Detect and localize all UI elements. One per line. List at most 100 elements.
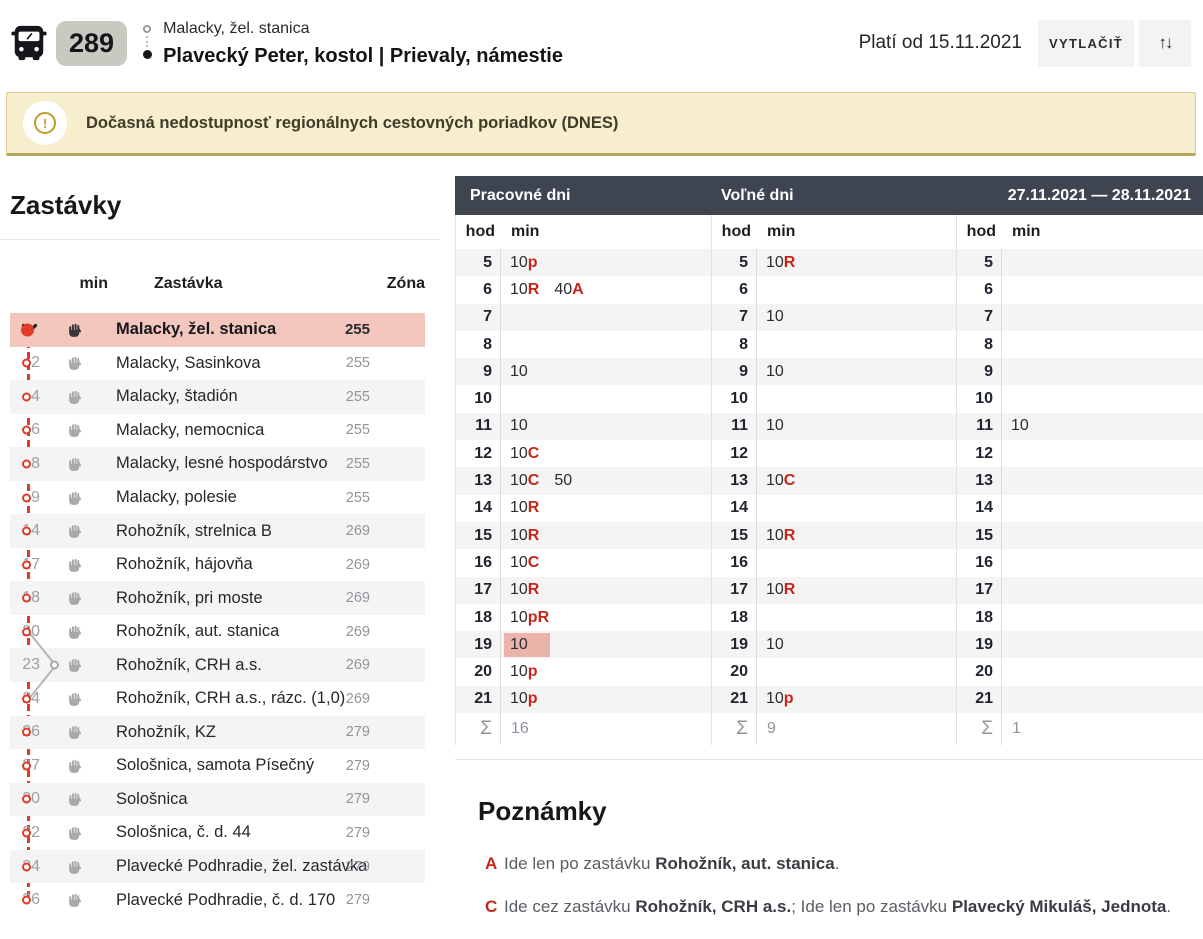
stop-row[interactable]: 9Malacky, polesie255 <box>0 481 440 515</box>
minutes-cell: 10C 50 <box>501 472 572 490</box>
request-stop-hand-icon <box>67 724 82 740</box>
departure-time[interactable]: 10 <box>504 633 550 657</box>
stop-row[interactable]: 26Rohožník, KZ279 <box>0 716 440 750</box>
sum-row: Σ16 <box>456 713 711 745</box>
departure-time[interactable]: 10R <box>766 581 795 599</box>
departure-time[interactable]: 10C <box>766 472 795 490</box>
timetable-row: 1410R <box>456 495 711 522</box>
note-row: AIde len po zastávku Rohožník, aut. stan… <box>478 853 1203 876</box>
timetable-row: 9 <box>957 358 1203 385</box>
minute-value: 10 <box>510 281 528 298</box>
top-bar: 289 Malacky, žel. stanica Plavecký Peter… <box>0 0 1203 86</box>
departure-time[interactable]: 10p <box>510 254 538 272</box>
departure-time[interactable]: 10R <box>766 254 795 272</box>
column-header-stop: Zastávka <box>146 275 385 293</box>
stop-minutes: 26 <box>0 723 40 741</box>
stop-row[interactable]: 34Plavecké Podhradie, žel. zastávka279 <box>0 850 440 884</box>
departure-time[interactable]: 10R <box>510 527 539 545</box>
stop-row[interactable]: 2Malacky, Sasinkova255 <box>0 347 440 381</box>
minutes-cell: 10p <box>501 690 538 708</box>
departure-time[interactable]: 10 <box>510 417 528 435</box>
stop-minutes: 6 <box>0 421 40 439</box>
departure-time[interactable]: 10p <box>766 690 794 708</box>
note-row: CIde cez zastávku Rohožník, CRH a.s.; Id… <box>478 896 1203 919</box>
timetable-row: 12 <box>712 440 956 467</box>
departure-time[interactable]: 10 <box>510 363 528 381</box>
stop-row[interactable]: 17Rohožník, hájovňa269 <box>0 548 440 582</box>
note-stop-name: Rohožník, CRH a.s. <box>635 897 791 916</box>
departure-time[interactable]: 50 <box>554 472 572 490</box>
note-letter: p <box>528 609 538 626</box>
departure-time[interactable]: 10R <box>510 281 539 299</box>
stop-row[interactable]: 8Malacky, lesné hospodárstvo255 <box>0 447 440 481</box>
stop-zone: 269 <box>146 590 385 606</box>
departure-time[interactable]: 10R <box>510 581 539 599</box>
departure-time[interactable]: 10pR <box>510 609 549 627</box>
stop-name: Rohožník, aut. stanica <box>108 622 146 641</box>
request-stop-hand-icon <box>67 859 82 875</box>
timetable-row: 610R40A <box>456 276 711 303</box>
minute-value: 10 <box>510 690 528 707</box>
stop-minutes: 17 <box>0 556 40 574</box>
departure-time[interactable]: 10R <box>510 499 539 517</box>
minute-value: 10 <box>510 363 528 380</box>
origin-circle-icon <box>143 25 151 33</box>
minute-value: 10 <box>510 663 528 680</box>
notice-text: Dočasná nedostupnosť regionálnych cestov… <box>86 114 618 133</box>
stop-row[interactable]: 32Sološnica, č. d. 44279 <box>0 816 440 850</box>
timetable-group: hodmin510p610R40A789101011101210C1310C50… <box>455 215 711 745</box>
departure-time[interactable]: 10R <box>766 527 795 545</box>
stop-zone: 255 <box>146 355 385 371</box>
stop-zone: 255 <box>146 490 385 506</box>
stop-row[interactable]: 27Sološnica, samota Písečný279 <box>0 749 440 783</box>
stop-row[interactable]: 24Rohožník, CRH a.s., rázc. (1,0)269 <box>0 682 440 716</box>
stop-name: Rohožník, strelnica B <box>108 522 146 541</box>
timetable-row: 2010p <box>456 658 711 685</box>
timetable-row: 20 <box>957 658 1203 685</box>
note-text: Ide cez zastávku Rohožník, CRH a.s.; Ide… <box>504 896 1171 919</box>
departure-time[interactable]: 10p <box>510 663 538 681</box>
timetable-row: 510R <box>712 249 956 276</box>
stop-row[interactable]: 6Malacky, nemocnica255 <box>0 414 440 448</box>
stop-row[interactable]: 4Malacky, štadión255 <box>0 380 440 414</box>
stop-zone: 255 <box>146 422 385 438</box>
stop-row[interactable]: 18Rohožník, pri moste269 <box>0 581 440 615</box>
print-button[interactable]: VYTLAČIŤ <box>1038 20 1134 67</box>
hour-cell: 18 <box>957 604 1002 631</box>
minutes-cell: 10C <box>501 445 539 463</box>
hour-cell: 9 <box>712 358 757 385</box>
hour-cell: 16 <box>957 549 1002 576</box>
departure-time[interactable]: 10p <box>510 690 538 708</box>
stop-row[interactable]: 36Plavecké Podhradie, č. d. 170279 <box>0 883 440 917</box>
stop-minutes: 30 <box>0 790 40 808</box>
departure-time[interactable]: 10 <box>766 636 784 654</box>
timetable-row: 1810pR <box>456 604 711 631</box>
stop-row[interactable]: 30Sološnica279 <box>0 783 440 817</box>
departure-time[interactable]: 10 <box>766 308 784 326</box>
stop-row[interactable]: 20Rohožník, aut. stanica269 <box>0 615 440 649</box>
swap-direction-button[interactable]: ↑↓ <box>1139 20 1191 67</box>
stop-minutes: 23 <box>0 656 40 674</box>
stop-row[interactable]: Malacky, žel. stanica255 <box>0 313 440 347</box>
stop-row[interactable]: 23Rohožník, CRH a.s.269 <box>0 648 440 682</box>
hour-cell: 20 <box>957 658 1002 685</box>
departure-time[interactable]: 10 <box>766 363 784 381</box>
departure-time[interactable]: 10C <box>510 445 539 463</box>
timetable-row: 710 <box>712 304 956 331</box>
hour-cell: 17 <box>957 577 1002 604</box>
note-letter: R <box>538 609 550 626</box>
sigma-icon: Σ <box>456 713 501 745</box>
hour-cell: 19 <box>456 631 501 658</box>
request-stop-hand-icon <box>67 758 82 774</box>
hour-cell: 14 <box>957 495 1002 522</box>
departure-time[interactable]: 40A <box>554 281 583 299</box>
departure-time[interactable]: 10C <box>510 472 539 490</box>
timetable-row: 1610C <box>456 549 711 576</box>
hour-cell: 20 <box>712 658 757 685</box>
departure-time[interactable]: 10C <box>510 554 539 572</box>
departure-time[interactable]: 10 <box>766 417 784 435</box>
departure-time[interactable]: 10 <box>1011 417 1029 435</box>
timetable-groups: hodmin510p610R40A789101011101210C1310C50… <box>455 215 1203 745</box>
stop-row[interactable]: 14Rohožník, strelnica B269 <box>0 514 440 548</box>
timetable-header: Pracovné dni Voľné dni 27.11.2021 — 28.1… <box>455 176 1203 215</box>
